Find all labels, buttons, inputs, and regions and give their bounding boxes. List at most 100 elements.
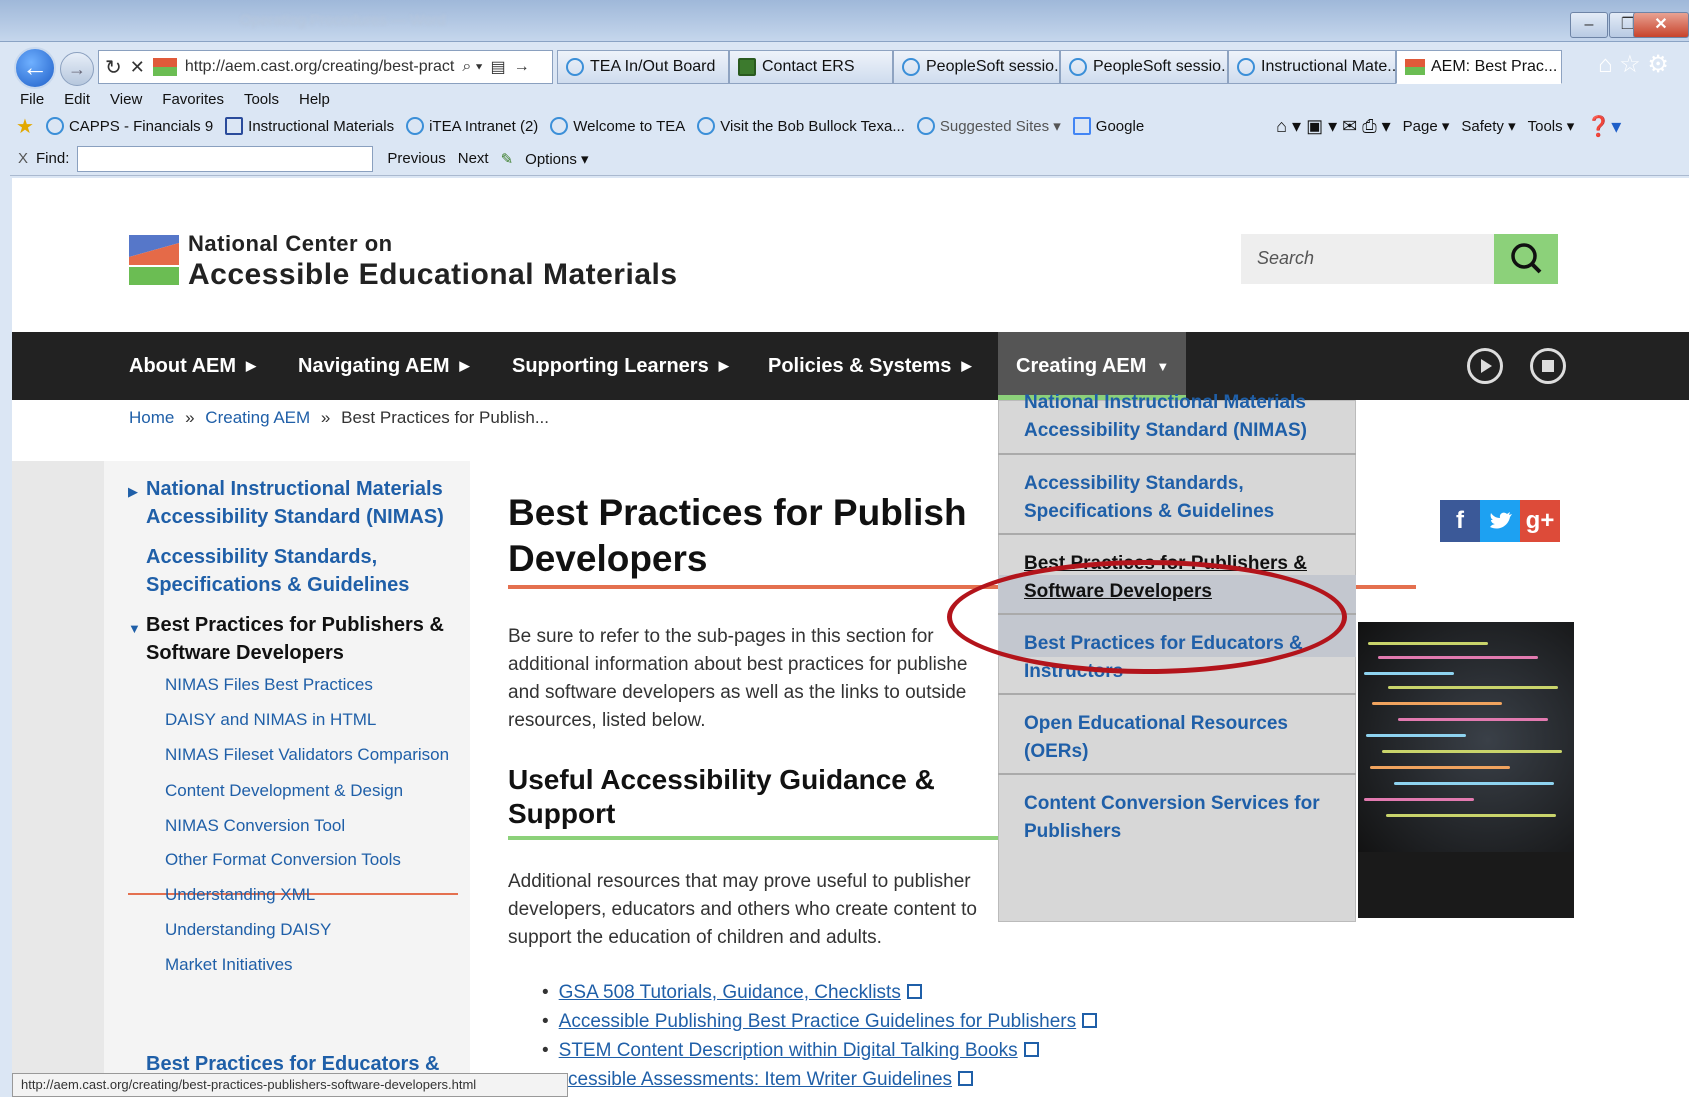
dropdown-item-conversion[interactable]: Content Conversion Services for Publishe… — [1024, 790, 1334, 846]
sidebar-sub-item[interactable]: Understanding DAISY — [165, 920, 331, 940]
caret-right-icon: ▶ — [961, 358, 972, 373]
facebook-share-button[interactable]: f — [1440, 500, 1480, 542]
find-close-icon[interactable]: X — [10, 150, 36, 167]
sidebar-sub-item[interactable]: Other Format Conversion Tools — [165, 850, 401, 870]
resource-link-publishing-guidelines[interactable]: • Accessible Publishing Best Practice Gui… — [542, 1011, 1098, 1033]
dropdown-item-oers[interactable]: Open Educational Resources (OERs) — [1024, 710, 1334, 766]
sidebar-sub-item[interactable]: NIMAS Conversion Tool — [165, 816, 345, 836]
site-search-button[interactable] — [1494, 234, 1558, 284]
sidebar-sub-item[interactable]: Understanding XML — [165, 885, 315, 905]
forward-button[interactable]: → — [60, 52, 94, 86]
favorites-star-icon[interactable]: ★ — [10, 114, 40, 139]
cmd-tools[interactable]: Tools ▾ — [1522, 117, 1581, 135]
cmd-page[interactable]: Page ▾ — [1397, 117, 1456, 135]
menu-edit[interactable]: Edit — [54, 91, 100, 108]
menu-favorites[interactable]: Favorites — [152, 91, 234, 108]
ers-icon — [738, 58, 756, 76]
find-input[interactable] — [77, 145, 374, 172]
breadcrumb-sep: » — [320, 408, 331, 427]
back-button[interactable]: ← — [14, 47, 56, 89]
tab-aem-best-practices[interactable]: AEM: Best Prac...× — [1396, 50, 1562, 84]
close-window-button[interactable]: ✕ — [1633, 12, 1689, 38]
google-icon — [1072, 117, 1091, 135]
breadcrumb-home[interactable]: Home — [129, 408, 174, 427]
dropdown-divider — [998, 693, 1356, 695]
fav-itea-intranet[interactable]: iTEA Intranet (2) — [400, 117, 544, 135]
find-options-button[interactable]: Options ▾ — [519, 150, 594, 168]
stop-icon[interactable]: ✕ — [130, 57, 145, 78]
cmd-safety[interactable]: Safety ▾ — [1455, 117, 1521, 135]
fav-capps[interactable]: CAPPS - Financials 9 — [40, 117, 219, 135]
site-search-input[interactable]: Search — [1241, 234, 1494, 284]
dropdown-divider — [998, 533, 1356, 535]
dropdown-item-standards[interactable]: Accessibility Standards, Specifications … — [1024, 470, 1334, 526]
breadcrumb-creating-aem[interactable]: Creating AEM — [205, 408, 310, 427]
ie-icon — [566, 58, 584, 76]
fav-suggested-sites[interactable]: Suggested Sites ▾ — [911, 117, 1067, 135]
section-heading-line1: Useful Accessibility Guidance & — [508, 764, 935, 795]
dropdown-item-nimas[interactable]: National Instructional Materials Accessi… — [1024, 389, 1334, 445]
external-link-icon — [1082, 1013, 1098, 1028]
ie-icon — [45, 117, 64, 135]
fav-bob-bullock[interactable]: Visit the Bob Bullock Texa... — [691, 117, 911, 135]
nav-about-aem[interactable]: About AEM ▶ — [129, 332, 256, 400]
refresh-icon[interactable]: ↻ — [105, 55, 122, 80]
sidebar-sub-item[interactable]: NIMAS Fileset Validators Comparison — [165, 745, 449, 765]
fav-google[interactable]: Google — [1067, 117, 1150, 135]
tab-peoplesoft-1[interactable]: PeopleSoft sessio... — [893, 50, 1060, 84]
sidebar-item-standards[interactable]: Accessibility Standards, Specifications … — [146, 543, 446, 599]
command-icons[interactable]: ⌂ ▾ ▣ ▾ ✉ ⎙ ▾ — [1270, 116, 1396, 137]
go-icon[interactable]: → — [514, 58, 530, 76]
google-plus-share-button[interactable]: g+ — [1520, 500, 1560, 542]
tab-tea-inout-board[interactable]: TEA In/Out Board — [557, 50, 729, 84]
sidebar-item-publishers[interactable]: Best Practices for Publishers & Software… — [146, 611, 446, 667]
minimize-button[interactable]: – — [1570, 12, 1608, 38]
tab-contact-ers[interactable]: Contact ERS — [729, 50, 893, 84]
bullet: • — [542, 1011, 549, 1032]
web-page: National Center on Accessible Educationa… — [12, 178, 1689, 1097]
tab-label: Instructional Mate... — [1261, 58, 1396, 75]
sidebar-sub-item[interactable]: Market Initiatives — [165, 955, 293, 975]
sidebar-item-nimas[interactable]: National Instructional Materials Accessi… — [146, 475, 456, 531]
find-previous-button[interactable]: Previous — [381, 150, 451, 167]
logo-line1[interactable]: National Center on — [188, 231, 393, 257]
tab-label: PeopleSoft sessio... — [926, 58, 1060, 75]
resource-link-assessments[interactable]: cessible Assessments: Item Writer Guidel… — [568, 1069, 974, 1091]
tab-instructional-materials[interactable]: Instructional Mate... — [1228, 50, 1396, 84]
menu-view[interactable]: View — [100, 91, 152, 108]
menu-file[interactable]: File — [10, 91, 54, 108]
search-icon[interactable]: ⌕ ▾ — [462, 58, 482, 76]
sidebar-sub-item[interactable]: NIMAS Files Best Practices — [165, 675, 373, 695]
fav-instructional-materials[interactable]: Instructional Materials — [219, 117, 400, 135]
find-highlight-icon[interactable]: ✎ — [495, 150, 520, 168]
resource-link-gsa[interactable]: • GSA 508 Tutorials, Guidance, Checklists — [542, 982, 922, 1004]
external-link-icon — [958, 1071, 974, 1086]
help-icon[interactable]: ❓▾ — [1580, 114, 1627, 139]
address-url[interactable]: http://aem.cast.org/creating/best-pract — [185, 58, 454, 76]
logo-line2[interactable]: Accessible Educational Materials — [188, 258, 678, 292]
twitter-icon — [1490, 512, 1512, 529]
tab-peoplesoft-2[interactable]: PeopleSoft sessio... — [1060, 50, 1228, 84]
sidebar-sub-item[interactable]: Content Development & Design — [165, 781, 403, 801]
fav-welcome-tea[interactable]: Welcome to TEA — [544, 117, 691, 135]
twitter-share-button[interactable] — [1480, 500, 1520, 542]
find-next-button[interactable]: Next — [452, 150, 495, 167]
compat-icon[interactable]: ▤ — [490, 57, 505, 77]
section-heading-line2: Support — [508, 798, 616, 829]
home-star-gear-icons[interactable]: ⌂ ☆ ⚙ — [1598, 50, 1669, 79]
nav-label: Supporting Learners — [512, 354, 709, 377]
stop-button[interactable] — [1530, 348, 1566, 384]
resource-link-stem[interactable]: • STEM Content Description within Digital… — [542, 1040, 1039, 1062]
nav-policies-systems[interactable]: Policies & Systems ▶ — [768, 332, 971, 400]
tea-icon — [225, 117, 244, 135]
nav-navigating-aem[interactable]: Navigating AEM ▶ — [298, 332, 470, 400]
find-label: Find: — [36, 150, 70, 167]
nav-supporting-learners[interactable]: Supporting Learners ▶ — [512, 332, 729, 400]
find-bar: X Find: Previous Next ✎ Options ▾ — [10, 142, 1689, 176]
external-link-icon — [1023, 1042, 1039, 1057]
menu-tools[interactable]: Tools — [234, 91, 289, 108]
address-bar[interactable]: ↻ ✕ http://aem.cast.org/creating/best-pr… — [98, 50, 553, 84]
sidebar-sub-item[interactable]: DAISY and NIMAS in HTML — [165, 710, 376, 730]
play-button[interactable] — [1467, 348, 1503, 384]
menu-help[interactable]: Help — [289, 91, 340, 108]
